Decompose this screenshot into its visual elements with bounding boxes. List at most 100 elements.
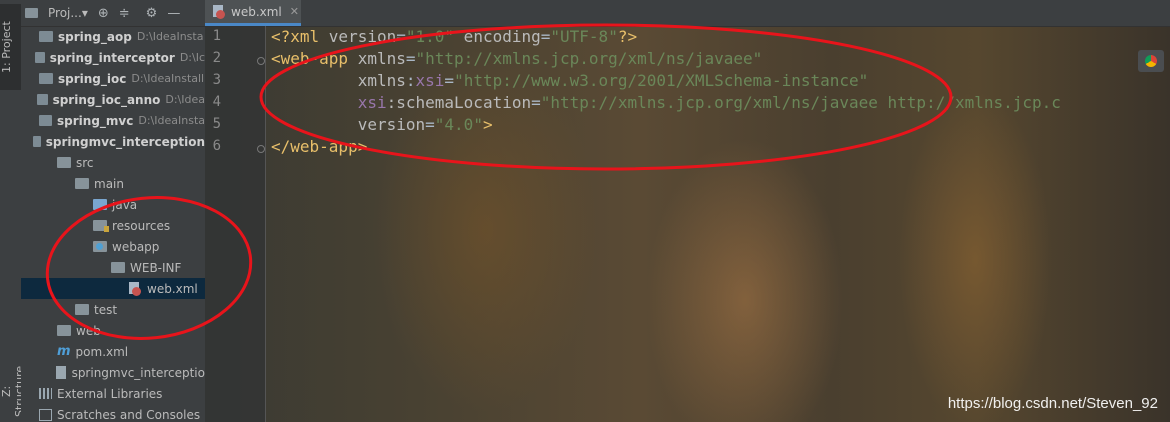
tree-item-java[interactable]: java (21, 194, 205, 215)
line-number: 6 (212, 138, 221, 154)
tree-item-web[interactable]: web (21, 320, 205, 341)
tree-item-spring-ioc[interactable]: spring_ioc D:\IdeaInstall (21, 68, 205, 89)
tree-item-springmvc-interception[interactable]: springmvc_interception (21, 131, 205, 152)
module-path: D:\IdeaInsta (136, 30, 204, 43)
web-folder-icon (93, 241, 107, 252)
iml-file-icon (56, 366, 66, 379)
editor-tab-bar: web.xml ✕ (205, 0, 1170, 27)
code-token: version (357, 115, 426, 134)
code-token: "UTF-8" (550, 27, 618, 46)
code-token: "1.0" (405, 27, 455, 46)
tree-item-label: spring_interceptor (49, 50, 175, 65)
fold-marker-icon[interactable] (257, 57, 265, 65)
line-number: 1 (212, 28, 221, 44)
module-folder-icon (33, 136, 41, 147)
source-folder-icon (93, 199, 107, 210)
tree-item-pom-xml[interactable]: m pom.xml (21, 341, 205, 362)
tree-item-spring-aop[interactable]: spring_aop D:\IdeaInsta (21, 26, 205, 47)
structure-tool-tab[interactable]: Z: Structure (0, 360, 26, 422)
left-tool-strip: 1: Project Z: Structure (0, 0, 26, 422)
code-token: : (405, 71, 416, 90)
module-path: D:\Idea (165, 93, 205, 106)
project-tool-tab[interactable]: 1: Project (0, 4, 21, 90)
tree-item-test[interactable]: test (21, 299, 205, 320)
tree-item-label: External Libraries (57, 386, 163, 401)
module-folder-icon (38, 115, 53, 126)
tree-item-label: java (112, 197, 138, 212)
code-editor[interactable]: <?xml version="1.0" encoding="UTF-8"?> <w… (271, 26, 1061, 158)
code-token: <web-app (271, 49, 358, 68)
fold-marker-icon[interactable] (257, 145, 265, 153)
tree-item-label: spring_aop (58, 29, 132, 44)
gear-icon[interactable]: ⚙ (146, 6, 158, 21)
folder-icon (75, 178, 89, 189)
line-number: 2 (212, 50, 221, 66)
code-token: xmlns (357, 49, 406, 68)
module-folder-icon (39, 73, 53, 84)
code-token: xsi (357, 93, 387, 112)
line-number: 4 (212, 94, 221, 110)
tree-item-springmvc-interceptio[interactable]: springmvc_interceptio (21, 362, 205, 383)
tree-item-webapp[interactable]: webapp (21, 236, 205, 257)
module-path: D:\IdeaInsta (138, 114, 205, 127)
code-token: "http://www.w3.org/2001/XMLSchema-instan… (454, 71, 869, 90)
xml-file-icon (213, 4, 226, 19)
project-panel: Proj...▾ ⊕ ≑ ⚙ — spring_aop D:\IdeaInsta s… (21, 0, 205, 422)
tree-item-label: resources (112, 218, 171, 233)
line-number-gutter: 1 2 3 4 5 6 (205, 26, 266, 422)
tree-item-label: Scratches and Consoles (57, 407, 201, 422)
tree-item-label: spring_ioc_anno (52, 92, 161, 107)
hide-panel-icon[interactable]: — (167, 6, 180, 21)
tree-item-label: WEB-INF (130, 260, 182, 275)
maven-icon: m (57, 344, 71, 359)
code-token: encoding (454, 27, 541, 46)
code-line: version="4.0"> (271, 114, 1061, 136)
code-token: <?xml (271, 27, 329, 46)
tree-item-src[interactable]: src (21, 152, 205, 173)
module-folder-icon (35, 52, 45, 63)
library-icon (39, 388, 52, 399)
tree-item-web-inf[interactable]: WEB-INF (21, 257, 205, 278)
tree-item-spring-ioc-anno[interactable]: spring_ioc_anno D:\Idea (21, 89, 205, 110)
folder-icon (57, 325, 71, 336)
collapse-all-icon[interactable]: ≑ (119, 6, 130, 21)
project-folder-icon (25, 8, 38, 18)
tree-item-spring-interceptor[interactable]: spring_interceptor D:\Ic (21, 47, 205, 68)
code-token: "http://xmlns.jcp.org/xml/ns/javaee http… (540, 93, 1061, 112)
code-token: "4.0" (434, 115, 483, 134)
close-icon[interactable]: ✕ (290, 5, 299, 18)
code-line: xmlns:xsi="http://www.w3.org/2001/XMLSch… (271, 70, 1061, 92)
line-number: 5 (212, 116, 221, 132)
tree-item-spring-mvc[interactable]: spring_mvc D:\IdeaInsta (21, 110, 205, 131)
tab-web-xml[interactable]: web.xml ✕ (205, 0, 301, 26)
project-view-selector[interactable]: Proj...▾ (48, 6, 88, 20)
tree-item-label: pom.xml (75, 344, 129, 359)
tree-item-label: test (94, 302, 118, 317)
code-token: = (405, 49, 416, 68)
code-token: xsi (415, 71, 445, 90)
code-token: = (540, 27, 551, 46)
scratches-icon (39, 408, 52, 421)
code-line: xsi:schemaLocation="http://xmlns.jcp.org… (271, 92, 1061, 114)
tree-item-label: main (94, 176, 124, 191)
tree-item-main[interactable]: main (21, 173, 205, 194)
module-folder-icon (39, 31, 53, 42)
tree-item-resources[interactable]: resources (21, 215, 205, 236)
tree-item-label: webapp (112, 239, 160, 254)
chrome-browser-icon[interactable] (1138, 50, 1164, 72)
code-token: </web-app> (271, 137, 368, 156)
code-token: :schemaLocation (386, 93, 532, 112)
module-path: D:\IdeaInstall (131, 72, 205, 85)
code-token: = (396, 27, 406, 46)
folder-icon (57, 157, 71, 168)
locate-icon[interactable]: ⊕ (98, 6, 109, 21)
tree-item-label: web (76, 323, 101, 338)
tree-item-scratches-and-consoles[interactable]: Scratches and Consoles (21, 404, 205, 422)
resources-folder-icon (93, 220, 109, 232)
tree-item-label: springmvc_interceptio (71, 365, 205, 380)
tree-item-external-libraries[interactable]: External Libraries (21, 383, 205, 404)
ide-window: 1: Project Z: Structure Proj...▾ ⊕ ≑ ⚙ —… (0, 0, 1170, 422)
tree-item-web-xml[interactable]: web.xml (21, 278, 205, 299)
